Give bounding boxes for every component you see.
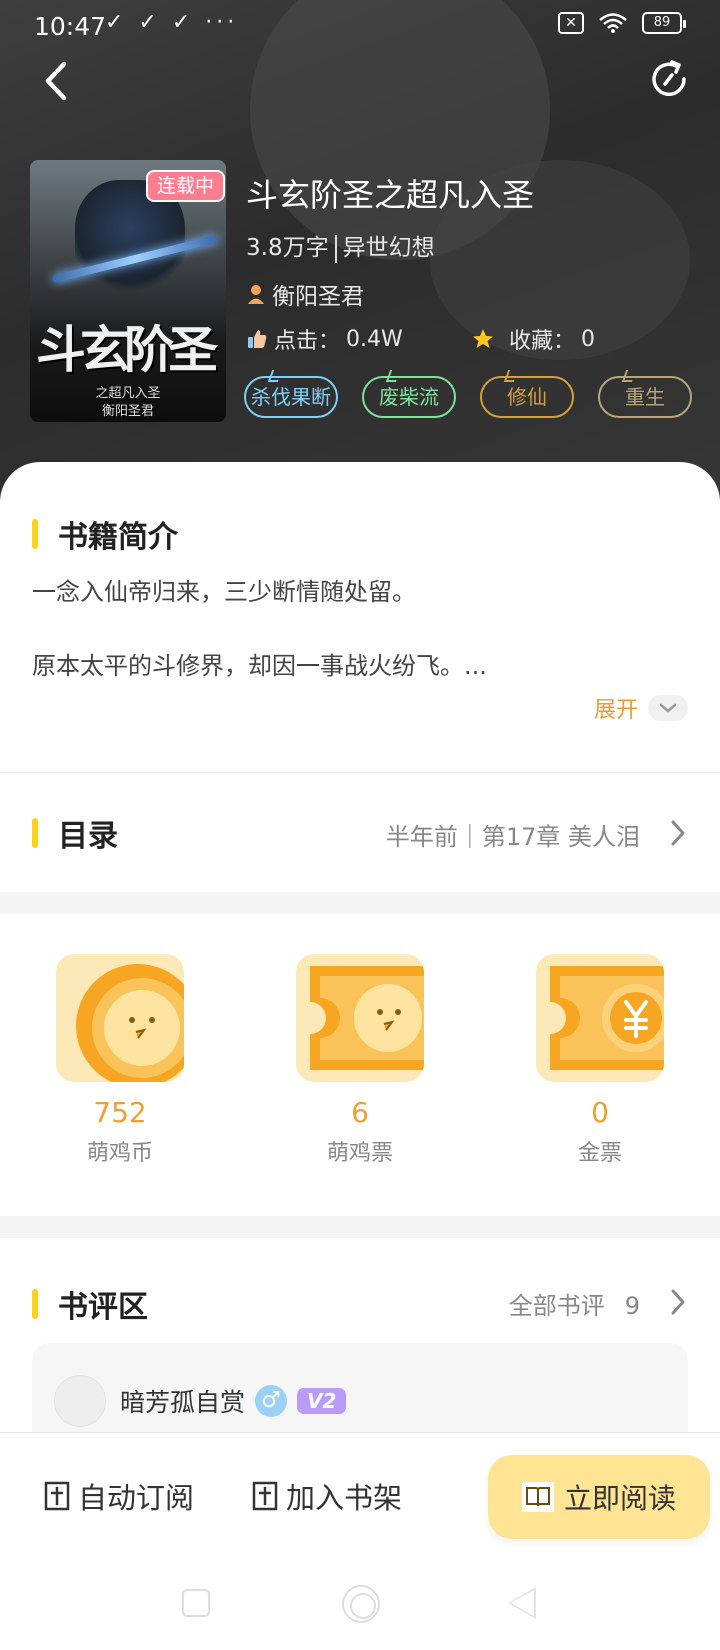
ticket-count: 6 bbox=[351, 1096, 369, 1129]
status-time: 10:47 bbox=[34, 12, 107, 41]
reviews-section: 书评区 全部书评 9 暗芳孤自赏 ♂ V2 bbox=[0, 1238, 720, 1453]
system-nav-bar bbox=[0, 1573, 720, 1633]
gold-count: 0 bbox=[591, 1096, 609, 1129]
chevron-right-icon bbox=[671, 820, 685, 846]
book-meta: 3.8万字 异世幻想 bbox=[246, 228, 435, 263]
expand-label: 展开 bbox=[593, 698, 638, 723]
add-to-shelf-button[interactable]: 加入书架 bbox=[252, 1475, 402, 1517]
clicks-label: 点击： bbox=[274, 329, 341, 354]
all-reviews-label: 全部书评 bbox=[508, 1292, 605, 1320]
tag-list: 杀伐果断 废柴流 修仙 重生 bbox=[244, 376, 692, 418]
wallet-item-gold[interactable]: 0 金票 bbox=[535, 954, 665, 1167]
coin-label: 萌鸡币 bbox=[86, 1141, 153, 1166]
reviews-heading: 书评区 bbox=[32, 1282, 148, 1326]
battery-level: 89 bbox=[653, 15, 671, 30]
intro-title: 书籍简介 bbox=[58, 520, 178, 555]
home-icon[interactable] bbox=[342, 1585, 380, 1623]
chevron-right-icon[interactable] bbox=[670, 1288, 686, 1316]
ticket-icon bbox=[296, 954, 424, 1082]
favorites-stat: 收藏： 0 bbox=[471, 323, 671, 355]
meta-divider bbox=[334, 234, 337, 263]
wifi-icon bbox=[599, 13, 627, 33]
coin-icon bbox=[56, 954, 184, 1082]
gold-label: 金票 bbox=[577, 1141, 622, 1166]
auto-subscribe-label: 自动订阅 bbox=[78, 1481, 195, 1515]
reviewer-name: 暗芳孤自赏 bbox=[120, 1388, 246, 1417]
coin-count: 752 bbox=[93, 1096, 147, 1129]
status-bar: 10:47 ✓ ✓ ✓ ··· ✕ 89 bbox=[0, 0, 720, 56]
toc-title: 目录 bbox=[58, 819, 118, 854]
auto-subscribe-button[interactable]: 自动订阅 bbox=[44, 1475, 194, 1517]
toc-heading: 目录 bbox=[32, 811, 118, 855]
tag-chip[interactable]: 重生 bbox=[598, 376, 692, 418]
book-stats: 点击： 0.4W 收藏： 0 bbox=[246, 323, 595, 355]
read-now-label: 立即阅读 bbox=[563, 1482, 676, 1515]
read-now-button[interactable]: 立即阅读 bbox=[488, 1455, 710, 1539]
star-icon bbox=[473, 329, 493, 348]
back-icon[interactable] bbox=[38, 58, 78, 104]
section-accent-bar bbox=[32, 519, 38, 549]
wallet-item-coins[interactable]: 752 萌鸡币 bbox=[55, 954, 185, 1167]
subscribe-icon bbox=[44, 1481, 70, 1511]
expand-button[interactable]: 展开 bbox=[594, 692, 688, 724]
tag-chip[interactable]: 废柴流 bbox=[362, 376, 456, 418]
male-icon: ♂ bbox=[255, 1385, 288, 1417]
reviews-title: 书评区 bbox=[58, 1290, 148, 1325]
add-to-shelf-label: 加入书架 bbox=[286, 1481, 403, 1515]
book-header: 10:47 ✓ ✓ ✓ ··· ✕ 89 斗玄阶圣 之超凡入圣 衡阳圣君 连载中… bbox=[0, 0, 720, 500]
clicks-value: 0.4W bbox=[346, 326, 403, 352]
back-nav-icon[interactable] bbox=[508, 1587, 536, 1619]
notification-icons: ✓ ✓ ✓ ··· bbox=[105, 10, 239, 35]
battery-icon: 89 bbox=[642, 12, 686, 34]
cover-subtitle: 之超凡入圣 bbox=[95, 386, 161, 401]
wallet-section: 752 萌鸡币 6 萌鸡票 0 金票 bbox=[0, 914, 720, 1216]
bottom-action-bar: 自动订阅 加入书架 立即阅读 bbox=[0, 1432, 720, 1650]
intro-line-2: 原本太平的斗修界，却因一事战火纷飞。... bbox=[32, 652, 487, 680]
status-badge: 连载中 bbox=[146, 170, 226, 202]
book-cover[interactable]: 斗玄阶圣 之超凡入圣 衡阳圣君 连载中 bbox=[30, 160, 226, 422]
book-title: 斗玄阶圣之超凡入圣 bbox=[246, 176, 535, 214]
gold-ticket-icon bbox=[536, 954, 664, 1082]
author-name: 衡阳圣君 bbox=[272, 284, 364, 310]
chevron-down-icon bbox=[648, 695, 688, 721]
recent-apps-icon[interactable] bbox=[182, 1589, 210, 1617]
tag-chip[interactable]: 杀伐果断 bbox=[244, 376, 338, 418]
favorites-label: 收藏： bbox=[509, 329, 576, 354]
intro-section bbox=[0, 462, 720, 772]
latest-chapter: 半年前｜第17章 美人泪 bbox=[385, 823, 640, 851]
clicks-stat: 点击： 0.4W bbox=[246, 323, 403, 355]
book-author[interactable]: 衡阳圣君 bbox=[246, 277, 364, 311]
thumbs-up-icon bbox=[248, 330, 267, 348]
reviewer: 暗芳孤自赏 ♂ V2 bbox=[120, 1383, 347, 1419]
section-accent-bar bbox=[32, 1289, 38, 1319]
tag-chip[interactable]: 修仙 bbox=[480, 376, 574, 418]
author-icon bbox=[248, 285, 264, 304]
open-book-icon bbox=[521, 1482, 554, 1512]
word-count: 3.8万字 bbox=[246, 235, 329, 261]
all-reviews-link[interactable]: 全部书评 9 bbox=[509, 1286, 640, 1321]
ticket-label: 萌鸡票 bbox=[326, 1141, 393, 1166]
intro-line-1: 一念入仙帝归来，三少断情随处留。 bbox=[32, 578, 416, 606]
section-accent-bar bbox=[32, 818, 38, 848]
book-genre: 异世幻想 bbox=[342, 235, 435, 261]
refresh-icon[interactable] bbox=[646, 56, 692, 102]
review-count: 9 bbox=[624, 1292, 640, 1320]
bookshelf-icon bbox=[252, 1481, 278, 1511]
favorites-value: 0 bbox=[581, 326, 596, 352]
cover-title: 斗玄阶圣 bbox=[36, 320, 218, 379]
avatar[interactable] bbox=[54, 1375, 106, 1427]
toc-row[interactable]: 目录 半年前｜第17章 美人泪 bbox=[0, 772, 720, 892]
wallet-item-tickets[interactable]: 6 萌鸡票 bbox=[295, 954, 425, 1167]
cover-author: 衡阳圣君 bbox=[101, 404, 154, 419]
no-sim-icon: ✕ bbox=[558, 12, 584, 34]
intro-heading: 书籍简介 bbox=[32, 512, 178, 556]
vip-badge: V2 bbox=[297, 1388, 347, 1414]
